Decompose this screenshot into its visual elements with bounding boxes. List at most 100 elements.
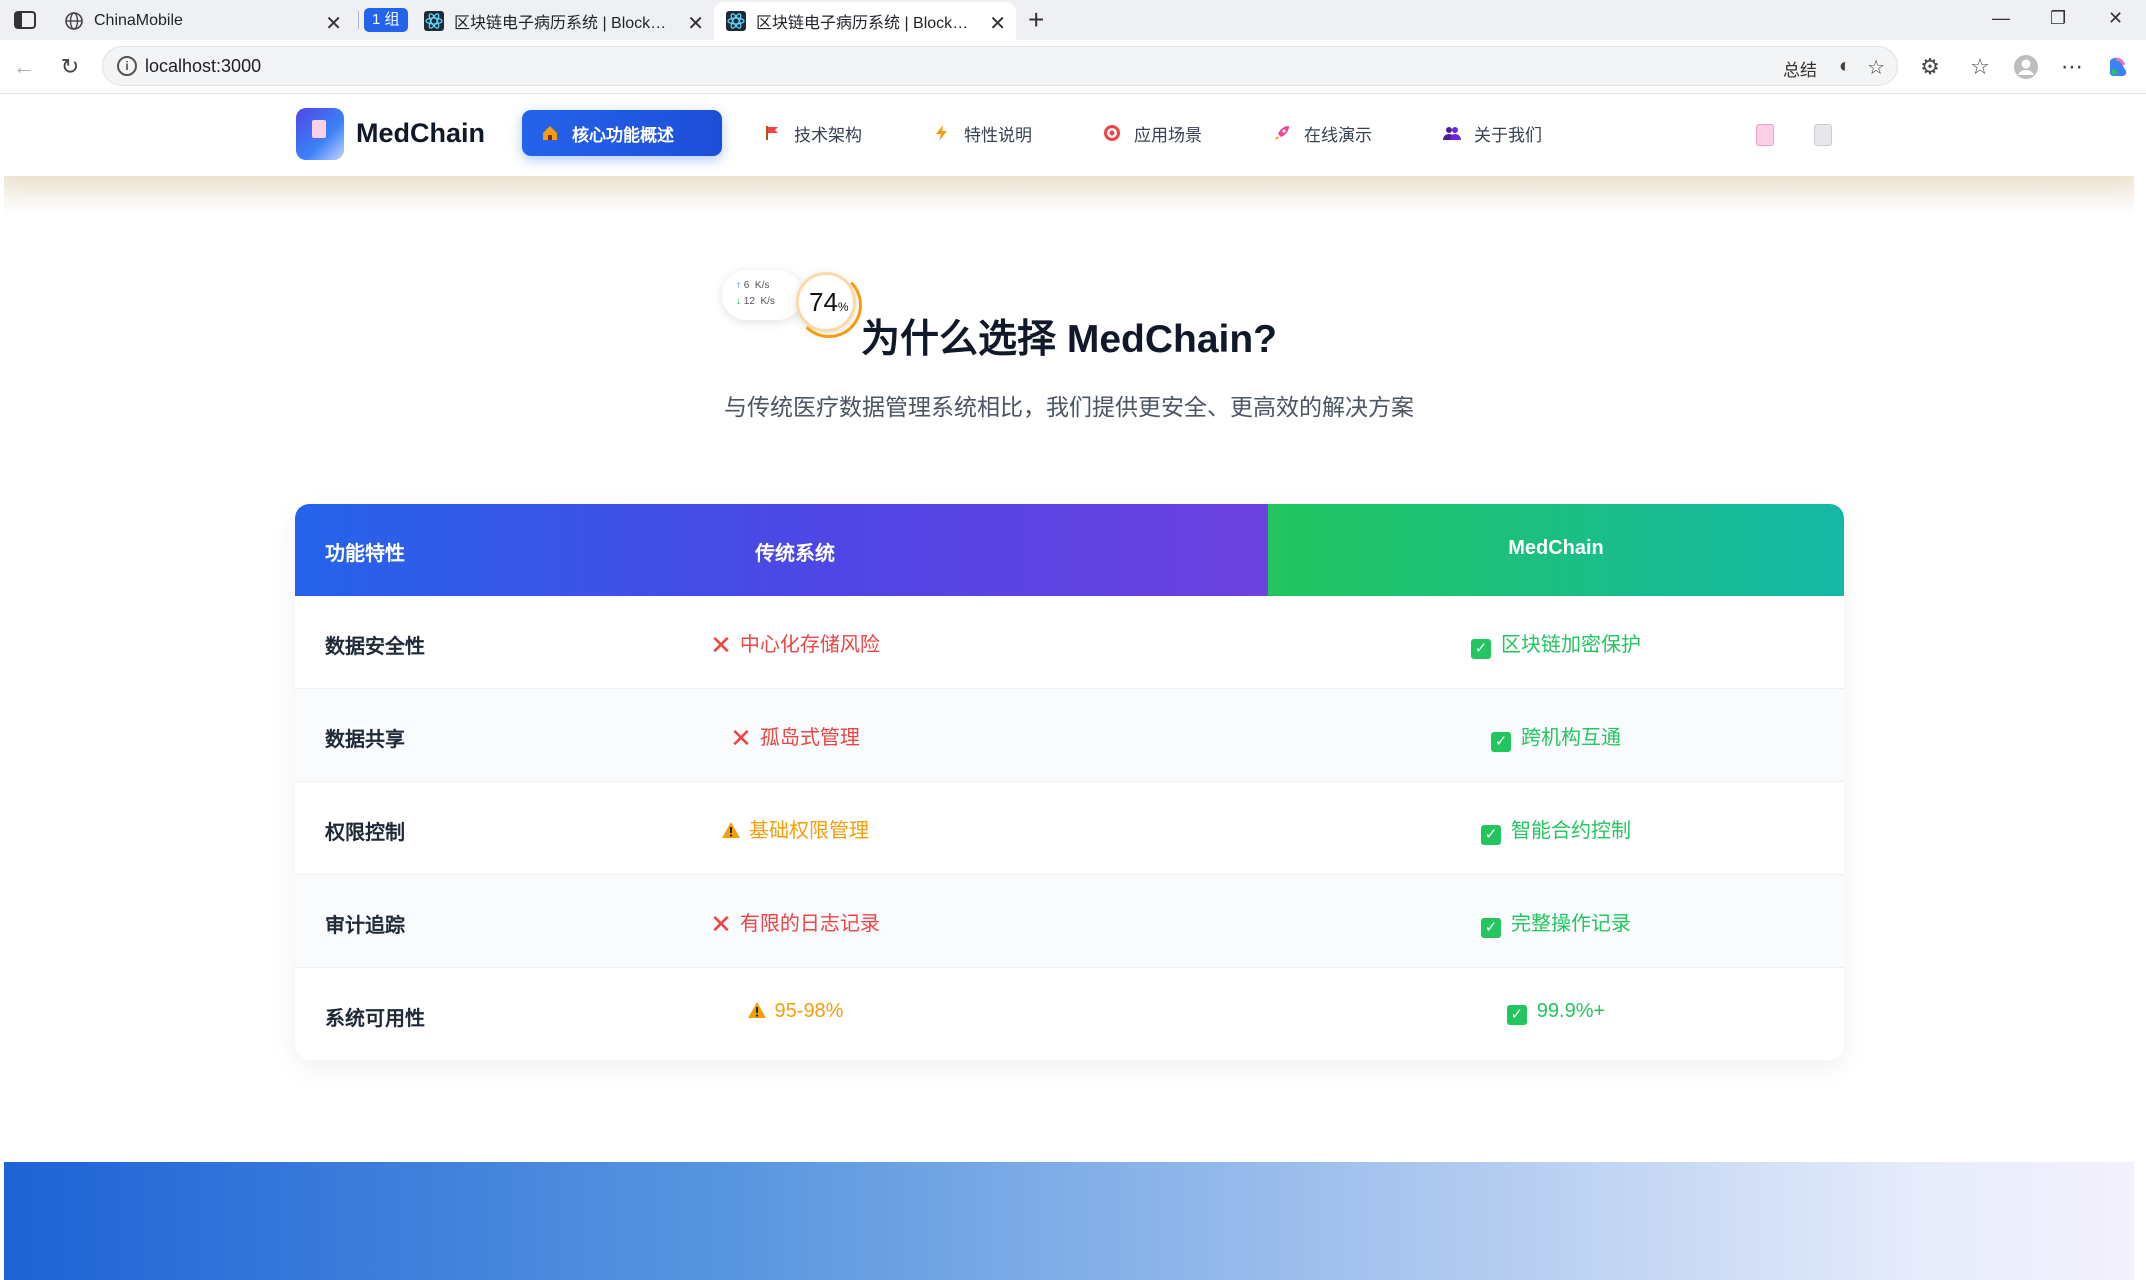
nav-label: 关于我们 — [1474, 125, 1542, 145]
medchain-cell: ✓ 智能合约控制 — [1268, 814, 1844, 845]
medchain-text: 跨机构互通 — [1521, 727, 1621, 749]
tab-actions-icon[interactable] — [14, 10, 36, 30]
browser-tab-chinamobile[interactable]: ChinaMobile ✕ — [52, 2, 352, 40]
feature-cell: 数据安全性 — [325, 636, 425, 658]
favorite-star-icon[interactable]: ☆ — [1867, 55, 1885, 80]
flag-icon — [762, 123, 782, 143]
download-speed: 12 — [743, 296, 755, 307]
traditional-text: 基础权限管理 — [749, 820, 869, 842]
minimize-icon[interactable]: — — [1992, 8, 2010, 29]
nav-feature-notes[interactable]: 特性说明 — [914, 110, 1050, 156]
medchain-text: 区块链加密保护 — [1501, 634, 1641, 656]
traditional-text: 孤岛式管理 — [759, 727, 860, 749]
browser-toolbar: ← ↻ i localhost:3000 总结 ◐ ☆ ⚙ ☆ ⋯ — [0, 40, 2146, 94]
check-icon: ✓ — [1506, 1005, 1527, 1025]
brand-name[interactable]: MedChain — [356, 118, 485, 149]
upload-arrow-icon: ↑ — [736, 280, 741, 291]
nav-about-us[interactable]: 关于我们 — [1424, 110, 1560, 156]
table-row: 系统可用性 95-98% ✓ 99.9%+ — [295, 968, 1844, 1060]
nav-label: 特性说明 — [964, 125, 1032, 145]
medchain-cell: ✓ 完整操作记录 — [1268, 907, 1844, 938]
upload-speed: 6 — [743, 280, 750, 291]
traditional-text: 中心化存储风险 — [739, 634, 880, 656]
new-tab-icon[interactable]: + — [1028, 4, 1044, 36]
nav-label: 技术架构 — [794, 125, 862, 145]
nav-label: 核心功能概述 — [572, 125, 674, 145]
cta-gradient-banner — [4, 1162, 2134, 1280]
medchain-logo[interactable] — [296, 108, 344, 160]
nav-core-features[interactable]: 核心功能概述 — [522, 110, 722, 156]
section-subtitle: 与传统医疗数据管理系统相比，我们提供更安全、更高效的解决方案 — [724, 394, 1414, 420]
check-icon: ✓ — [1491, 732, 1511, 752]
summary-button[interactable]: 总结 — [1783, 56, 1817, 81]
tab-separator — [358, 11, 359, 29]
browser-tab-medchain-1[interactable]: 区块链电子病历系统 | Blockchain ✕ — [412, 2, 714, 40]
header-feature: 功能特性 — [325, 543, 405, 565]
speed-unit: K/s — [760, 296, 775, 307]
site-info-icon[interactable]: i — [117, 56, 137, 76]
medchain-cell: ✓ 99.9%+ — [1268, 1000, 1844, 1025]
medchain-cell: ✓ 区块链加密保护 — [1268, 628, 1844, 659]
react-icon — [726, 11, 746, 31]
extensions-icon[interactable]: ⚙ — [1916, 53, 1944, 81]
feature-cell: 权限控制 — [325, 822, 405, 844]
table-row: 权限控制 基础权限管理 ✓ 智能合约控制 — [295, 782, 1844, 875]
check-icon: ✓ — [1481, 918, 1501, 938]
table-row: 数据安全性 ✕ 中心化存储风险 ✓ 区块链加密保护 — [295, 596, 1844, 689]
nav-label: 在线演示 — [1304, 125, 1372, 145]
lightning-icon — [932, 123, 952, 143]
more-menu-icon[interactable]: ⋯ — [2058, 53, 2086, 81]
traditional-cell: ✕ 有限的日志记录 — [595, 907, 995, 937]
browser-tabstrip: ChinaMobile ✕ 1 组 区块链电子病历系统 | Blockchain… — [0, 0, 2146, 40]
house-icon — [540, 123, 560, 143]
header-traditional: 传统系统 — [755, 543, 835, 565]
cross-icon: ✕ — [730, 723, 752, 753]
nav-online-demo[interactable]: 在线演示 — [1254, 110, 1390, 156]
tab-title: 区块链电子病历系统 | Blockchain — [756, 15, 976, 32]
reload-icon[interactable]: ↻ — [56, 53, 84, 81]
navbar-shadow — [4, 176, 2134, 216]
header-medchain: MedChain — [1508, 537, 1604, 559]
nav-tech-architecture[interactable]: 技术架构 — [744, 110, 880, 156]
traditional-cell: ✕ 孤岛式管理 — [595, 721, 995, 753]
nav-use-cases[interactable]: 应用场景 — [1084, 110, 1220, 156]
back-icon[interactable]: ← — [10, 53, 38, 81]
copilot-icon[interactable] — [2104, 53, 2132, 81]
address-bar[interactable]: i localhost:3000 总结 ◐ ☆ — [102, 46, 1898, 86]
traditional-cell: ✕ 中心化存储风险 — [595, 628, 995, 658]
favorites-list-icon[interactable]: ☆ — [1966, 53, 1994, 81]
medchain-text: 完整操作记录 — [1511, 913, 1631, 935]
traditional-cell: 基础权限管理 — [595, 814, 995, 845]
translate-icon[interactable]: ◐ — [1839, 55, 1851, 78]
warning-icon — [721, 821, 741, 845]
close-tab-icon[interactable]: ✕ — [325, 11, 342, 36]
check-icon: ✓ — [1481, 825, 1501, 845]
target-icon — [1102, 123, 1122, 143]
people-icon — [1442, 123, 1462, 143]
table-row: 数据共享 ✕ 孤岛式管理 ✓ 跨机构互通 — [295, 689, 1844, 782]
check-icon: ✓ — [1471, 639, 1491, 659]
table-row: 审计追踪 ✕ 有限的日志记录 ✓ 完整操作记录 — [295, 875, 1844, 968]
restore-icon[interactable]: ❐ — [2050, 8, 2066, 29]
feature-cell: 审计追踪 — [325, 915, 405, 937]
warning-icon — [747, 1001, 767, 1025]
section-title: 为什么选择 MedChain? — [861, 318, 1277, 361]
close-tab-icon[interactable]: ✕ — [687, 11, 704, 36]
page-right-edge — [2134, 94, 2146, 1280]
page-viewport: MedChain 核心功能概述 技术架构 特性说明 应用场景 在线演示 关于我们… — [4, 94, 2134, 1280]
close-window-icon[interactable]: ✕ — [2108, 8, 2123, 29]
clipboard-icon[interactable] — [1756, 124, 1774, 146]
close-tab-icon[interactable]: ✕ — [989, 11, 1006, 36]
browser-tab-medchain-2[interactable]: 区块链电子病历系统 | Blockchain ✕ — [714, 2, 1016, 40]
tab-group-chip[interactable]: 1 组 — [364, 8, 408, 32]
table-header: 功能特性 传统系统 MedChain — [295, 504, 1844, 596]
traditional-text: 有限的日志记录 — [739, 913, 880, 935]
medchain-cell: ✓ 跨机构互通 — [1268, 721, 1844, 752]
document-icon[interactable] — [1814, 124, 1832, 146]
top-navbar: MedChain 核心功能概述 技术架构 特性说明 应用场景 在线演示 关于我们 — [4, 94, 2134, 176]
url-text[interactable]: localhost:3000 — [145, 56, 261, 77]
globe-icon — [64, 11, 84, 31]
profile-avatar[interactable] — [2012, 53, 2040, 81]
speed-unit: K/s — [754, 280, 770, 291]
react-icon — [424, 11, 444, 31]
